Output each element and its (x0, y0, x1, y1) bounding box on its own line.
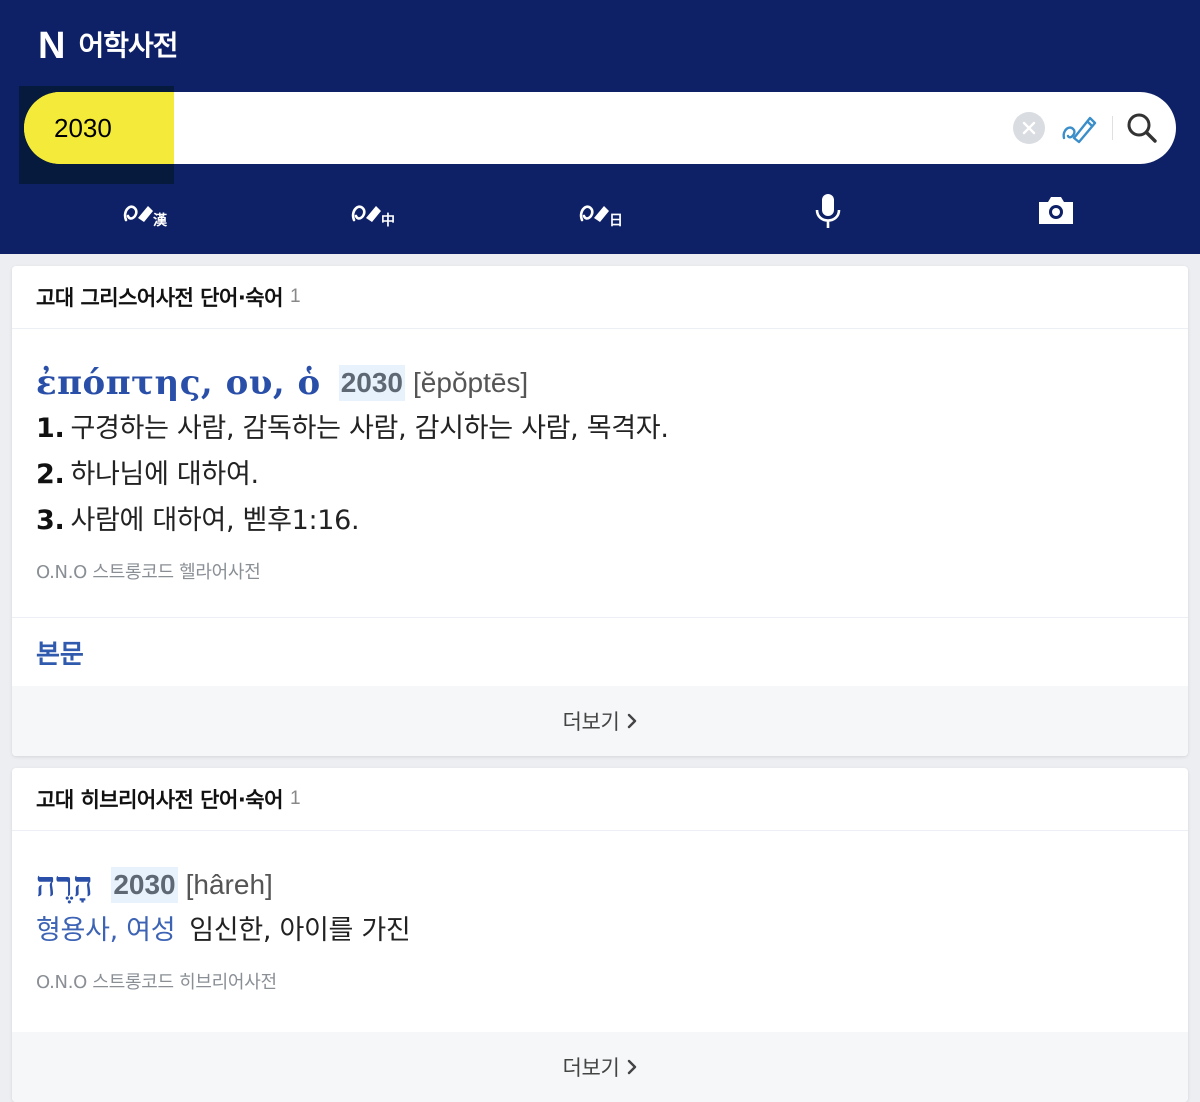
strong-code: 2030 (338, 365, 406, 401)
divider (1112, 116, 1113, 140)
meaning-item: 1. 구경하는 사람, 감독하는 사람, 감시하는 사람, 목격자. (36, 406, 669, 452)
card-header[interactable]: 고대 그리스어사전 단어·숙어 1 (12, 266, 1188, 329)
card-title[interactable]: 고대 그리스어사전 단어·숙어 (36, 282, 283, 312)
japanese-handwriting-button[interactable]: 日 (572, 182, 628, 238)
chevron-right-icon (627, 1059, 636, 1075)
service-title[interactable]: 어학사전 (78, 26, 178, 66)
dictionary-entry: הָרֶה 2030 [hâreh] 형용사, 여성 임신한, 아이를 가진 O.… (36, 862, 411, 994)
result-count: 1 (289, 788, 301, 809)
more-button[interactable]: 더보기 (12, 686, 1188, 756)
pronunciation: [ĕpŏptēs] (413, 367, 529, 398)
card-title[interactable]: 고대 히브리어사전 단어·숙어 (36, 784, 283, 814)
hebrew-dictionary-card: 고대 히브리어사전 단어·숙어 1 הָרֶה 2030 [hâreh] 형용사… (12, 768, 1188, 1102)
meaning-item: 형용사, 여성 임신한, 아이를 가진 (36, 908, 411, 954)
meaning-text: 임신한, 아이를 가진 (189, 915, 411, 946)
chinese-handwriting-button[interactable]: 中 (344, 182, 400, 238)
headword-line: הָרֶה 2030 [hâreh] (36, 862, 410, 908)
japanese-badge: 日 (609, 213, 623, 229)
meaning-text: 사람에 대하여, 벧후1:16. (70, 505, 360, 536)
headword-link[interactable]: הָרֶה (36, 865, 93, 905)
camera-icon (1039, 197, 1073, 224)
hanja-handwriting-button[interactable]: 漢 (116, 182, 172, 238)
brand[interactable]: N 어학사전 (38, 26, 179, 66)
meaning-text: 하나님에 대하여. (70, 459, 259, 490)
handwriting-pen-icon[interactable] (1060, 108, 1100, 148)
input-tools: 漢 中 日 (0, 182, 1200, 238)
voice-search-button[interactable] (800, 182, 856, 238)
close-circle-icon[interactable] (1013, 112, 1045, 144)
source-label: O.N.O 스트롱코드 헬라어사전 (36, 562, 261, 583)
source-label: O.N.O 스트롱코드 히브리어사전 (36, 972, 277, 993)
meaning-text: 구경하는 사람, 감독하는 사람, 감시하는 사람, 목격자. (70, 413, 669, 444)
meaning-item: 3. 사람에 대하여, 벧후1:16. (36, 498, 669, 544)
meaning-number: 3. (36, 505, 65, 536)
search-query-text[interactable]: 2030 (54, 113, 112, 144)
handwriting-icon: 漢 (123, 205, 168, 229)
more-label[interactable]: 더보기 (562, 706, 619, 736)
handwriting-icon: 中 (351, 205, 395, 229)
microphone-icon (815, 194, 841, 228)
close-icon (1022, 121, 1036, 135)
naver-logo[interactable]: N (38, 26, 65, 66)
more-button[interactable]: 더보기 (12, 1032, 1188, 1102)
headword-line: ἐπόπτης, ου, ὁ 2030 [ĕpŏptēs] (36, 360, 669, 406)
dictionary-entry: ἐπόπτης, ου, ὁ 2030 [ĕpŏptēs] 1. 구경하는 사람,… (36, 360, 669, 584)
result-count: 1 (289, 286, 301, 307)
hanja-badge: 漢 (153, 212, 168, 229)
meaning-item: 2. 하나님에 대하여. (36, 452, 669, 498)
strong-code: 2030 (111, 867, 178, 903)
magnifier-icon[interactable] (1122, 108, 1162, 148)
app-header: N 어학사전 2030 漢 中 日 (0, 0, 1200, 254)
meaning-number: 1. (36, 413, 65, 444)
search-input[interactable]: 2030 (24, 92, 174, 164)
handwriting-icon: 日 (579, 205, 623, 229)
body-text-link[interactable]: 본문 (12, 617, 1188, 687)
search-bar[interactable]: 2030 (19, 86, 1176, 184)
image-search-button[interactable] (1028, 182, 1084, 238)
chevron-right-icon (627, 713, 636, 729)
pronunciation: [hâreh] (185, 869, 273, 900)
part-of-speech: 형용사, 여성 (36, 915, 176, 946)
body-text-label[interactable]: 본문 (36, 634, 84, 671)
greek-dictionary-card: 고대 그리스어사전 단어·숙어 1 ἐπόπτης, ου, ὁ 2030 [ĕ… (12, 266, 1188, 756)
card-header[interactable]: 고대 히브리어사전 단어·숙어 1 (12, 768, 1188, 831)
meaning-number: 2. (36, 459, 65, 490)
more-label[interactable]: 더보기 (562, 1052, 619, 1082)
headword-link[interactable]: ἐπόπτης, ου, ὁ (36, 363, 321, 403)
chinese-badge: 中 (381, 212, 395, 229)
